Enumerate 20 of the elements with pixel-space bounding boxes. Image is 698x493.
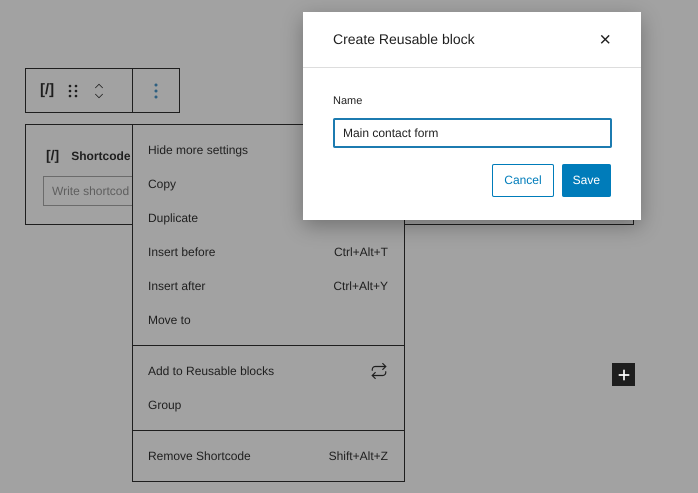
menu-item[interactable]: Insert before Ctrl+Alt+T (133, 235, 404, 269)
shortcode-icon[interactable]: [/] (40, 79, 54, 102)
menu-item[interactable]: Insert after Ctrl+Alt+Y (133, 269, 404, 303)
field-label: Name (333, 94, 364, 109)
plus-icon (616, 366, 632, 382)
drag-handle-icon[interactable] (68, 84, 78, 98)
more-options-icon[interactable] (154, 82, 158, 98)
shortcode-icon: [/] (46, 145, 60, 166)
block-title: Shortcode (71, 148, 131, 164)
dialog-title: Create Reusable block (333, 30, 475, 49)
menu-item[interactable]: Remove Shortcode Shift+Alt+Z (133, 439, 404, 473)
menu-item[interactable]: Group (133, 388, 404, 422)
cancel-button[interactable]: Cancel (492, 164, 554, 196)
menu-item[interactable]: Add to Reusable blocks (133, 354, 404, 388)
close-button[interactable]: × (599, 30, 611, 50)
add-block-button[interactable] (612, 363, 635, 386)
save-button[interactable]: Save (562, 164, 611, 196)
repeat-icon (370, 362, 388, 380)
menu-item[interactable]: Move to (133, 303, 404, 337)
name-input[interactable]: Main contact form (333, 118, 612, 148)
